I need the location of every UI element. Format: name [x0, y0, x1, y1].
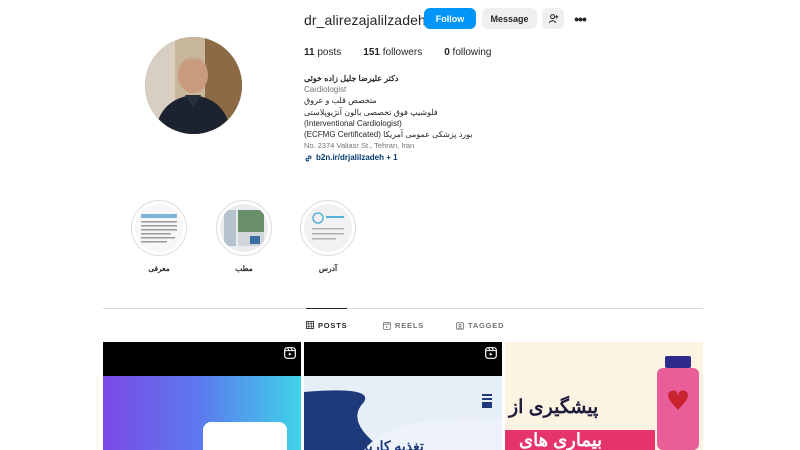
profile-header: dr_alirezajalilzadeh Follow Message ••• …	[0, 0, 800, 190]
highlight-cover	[135, 204, 183, 252]
posts-grid: تغذیه کاربردی پیشگیری از بیماری های	[103, 342, 703, 450]
post-overlay-text: تغذیه کاربردی	[344, 438, 424, 450]
bio-full-name: دکتر علیرضا جلیل زاده خوئی	[304, 74, 399, 83]
bio-line: متخصص قلب و عروق	[304, 96, 377, 106]
post-thumbnail[interactable]: پیشگیری از بیماری های	[505, 342, 703, 450]
person-add-icon	[548, 14, 558, 23]
following-stat[interactable]: 0 following	[444, 47, 491, 58]
post-overlay-text: بیماری های	[519, 430, 603, 450]
highlight-label: آدرس	[318, 264, 338, 273]
bio-address[interactable]: No. 2374 Valiasr St., Tehran, Iran	[304, 140, 614, 151]
following-label: following	[452, 47, 492, 58]
followers-stat[interactable]: 151 followers	[363, 47, 422, 58]
tab-tagged-label: TAGGED	[468, 321, 505, 330]
highlight-cover	[304, 204, 352, 252]
follow-button[interactable]: Follow	[424, 8, 476, 29]
bio-line: (Interventional Cardiologist)	[304, 118, 402, 128]
profile-tabs: POSTS REELS TAGGED	[103, 308, 703, 342]
bio-link-text: b2n.ir/drjalilzadeh + 1	[316, 153, 398, 163]
highlight-ring	[300, 200, 356, 256]
profile-bio: دکتر علیرضا جلیل زاده خوئی Cardiologist …	[304, 73, 614, 164]
highlight-item[interactable]: مطب	[214, 200, 274, 273]
bio-line: فلوشیپ فوق تخصصی بالون آنژیوپلاستی	[304, 107, 438, 117]
message-button[interactable]: Message	[482, 8, 537, 29]
avatar-photo	[145, 37, 242, 134]
tab-tagged[interactable]: TAGGED	[456, 309, 504, 342]
tab-posts[interactable]: POSTS	[306, 308, 348, 341]
highlight-item[interactable]: معرفی	[129, 200, 189, 273]
link-icon	[305, 155, 312, 162]
profile-avatar[interactable]	[145, 37, 242, 134]
highlight-label: معرفی	[148, 264, 170, 273]
tab-reels-label: REELS	[395, 321, 425, 330]
followers-count: 151	[363, 47, 380, 58]
highlight-cover	[220, 204, 268, 252]
post-thumbnail[interactable]: تغذیه کاربردی	[304, 342, 502, 450]
suggested-accounts-button[interactable]	[542, 8, 564, 29]
bio-line: بورد پزشکی عمومی آمریکا (ECFMG Certifica…	[304, 130, 473, 140]
bio-link[interactable]: b2n.ir/drjalilzadeh + 1	[304, 152, 614, 163]
tab-reels[interactable]: REELS	[383, 309, 424, 342]
post-overlay-text: پیشگیری از	[509, 397, 599, 418]
posts-stat[interactable]: 11 posts	[304, 47, 341, 58]
highlight-label: مطب	[235, 264, 253, 273]
highlight-ring	[131, 200, 187, 256]
grid-icon	[306, 321, 314, 329]
followers-label: followers	[382, 47, 423, 58]
profile-stats: 11 posts 151 followers 0 following	[304, 47, 513, 58]
tag-icon	[456, 321, 464, 330]
reels-icon	[284, 347, 296, 359]
reels-icon	[383, 321, 391, 330]
tab-posts-label: POSTS	[318, 320, 348, 330]
following-count: 0	[444, 47, 450, 58]
highlight-ring	[216, 200, 272, 256]
posts-label: posts	[317, 47, 342, 58]
reels-icon	[485, 347, 497, 359]
bio-category: Cardiologist	[304, 85, 347, 95]
posts-count: 11	[304, 47, 315, 58]
highlight-item[interactable]: آدرس	[298, 200, 358, 273]
post-thumbnail[interactable]	[103, 342, 301, 450]
more-options-icon[interactable]: •••	[570, 8, 590, 29]
profile-username: dr_alirezajalilzadeh	[304, 12, 426, 28]
story-highlights: معرفی مطب آدرس	[0, 200, 800, 280]
